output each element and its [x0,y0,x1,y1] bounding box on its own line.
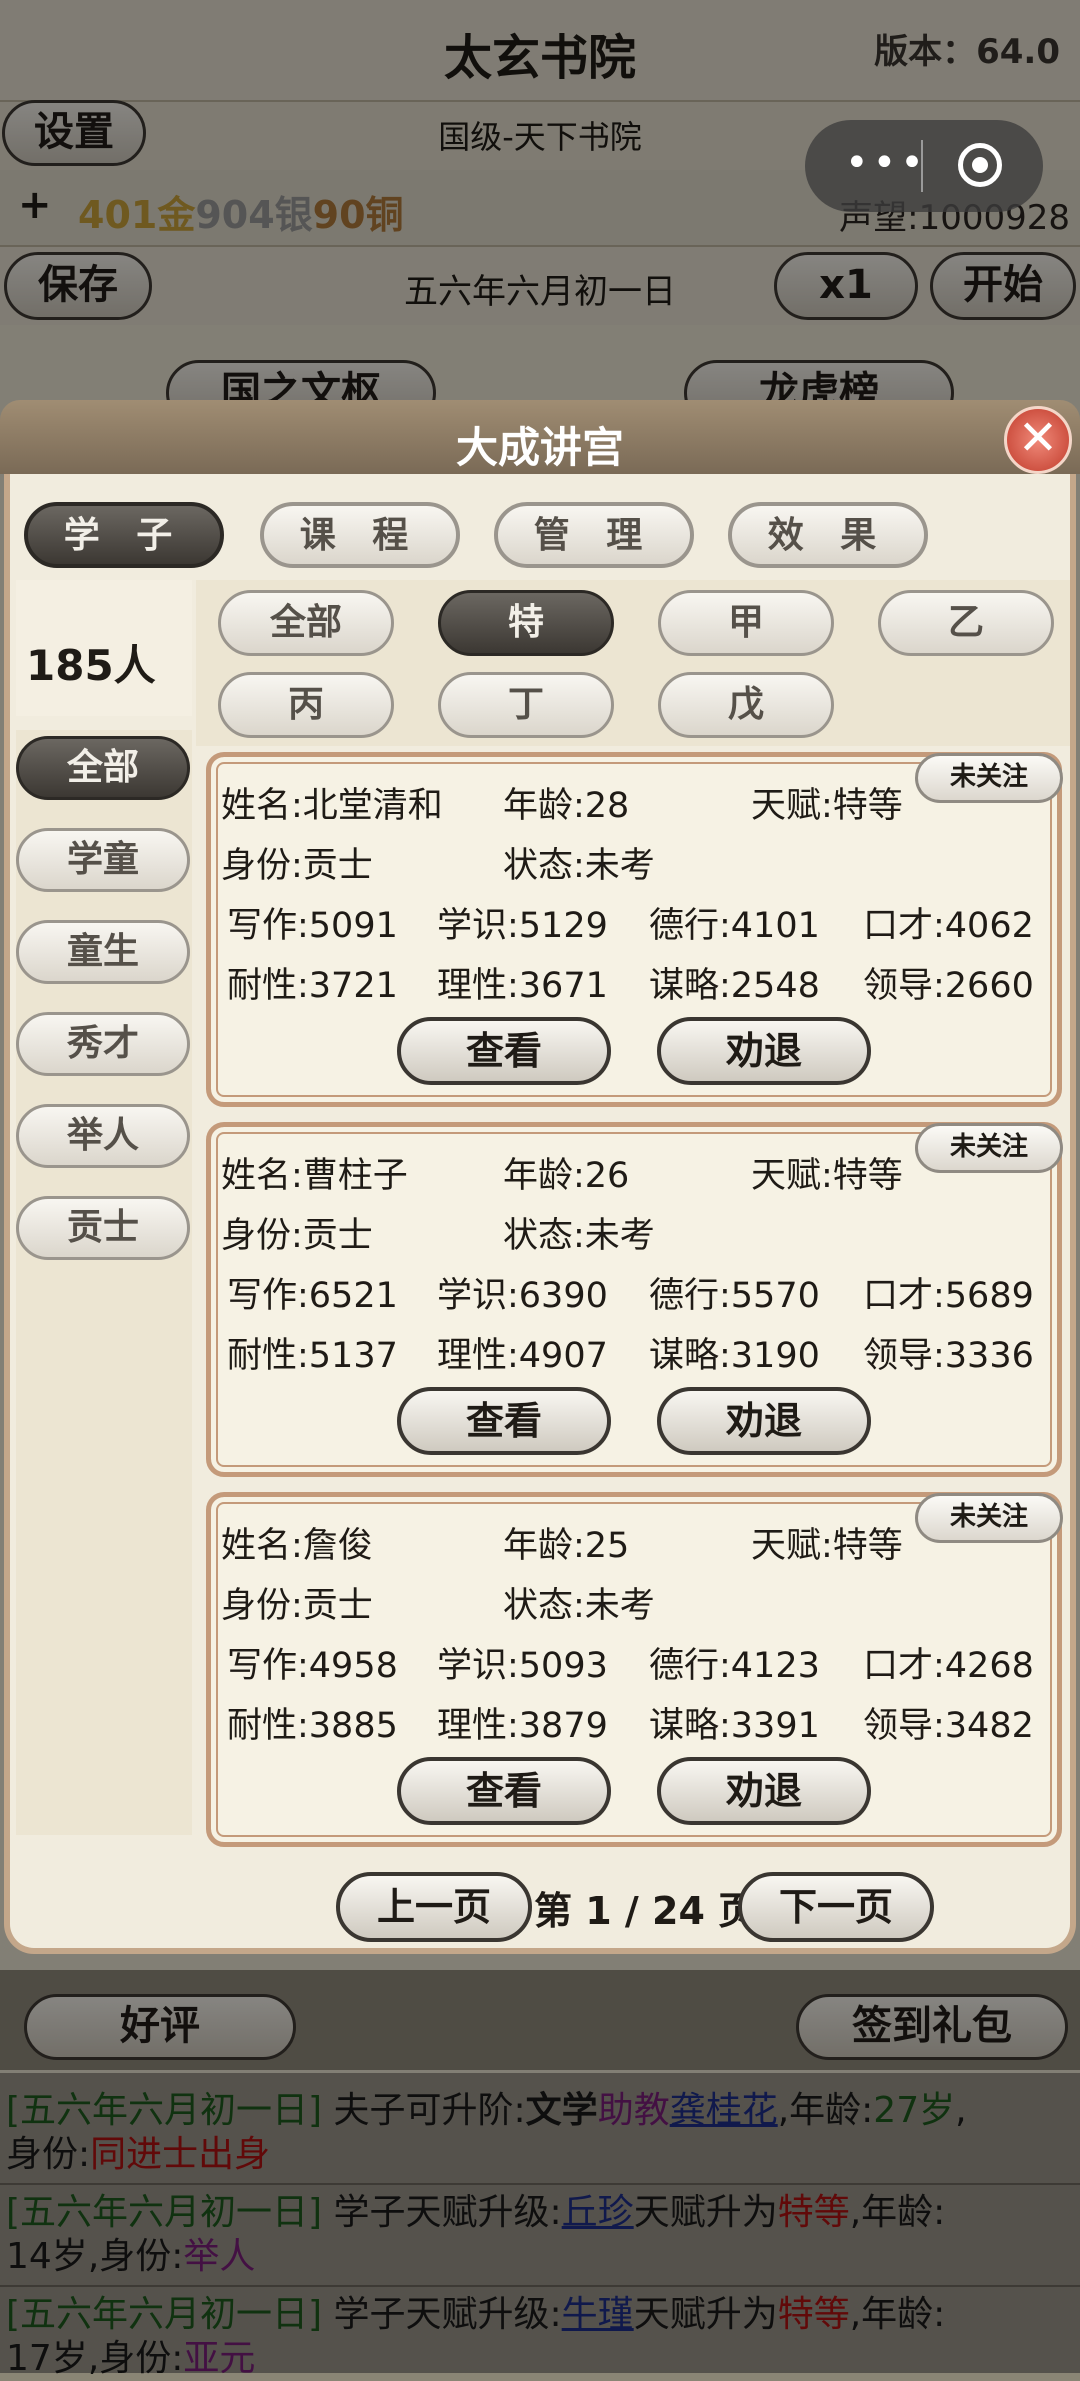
stat-patience: 耐性:3885 [227,1706,398,1746]
grade-filter-bing[interactable]: 丙 [218,672,394,738]
student-age: 年龄:25 [503,1526,630,1566]
close-icon[interactable]: ✕ [1004,406,1072,474]
silver-amount: 904银 [195,193,313,237]
tab-effects[interactable]: 效 果 [728,502,928,568]
stat-writing: 写作:5091 [227,906,398,946]
student-state: 状态:未考 [503,846,655,886]
view-button[interactable]: 查看 [397,1387,611,1455]
follow-toggle[interactable]: 未关注 [915,753,1063,803]
modal-title: 大成讲宫 [455,423,624,472]
grade-filter-ding[interactable]: 丁 [438,672,614,738]
next-page-button[interactable]: 下一页 [738,1872,934,1942]
game-date: 五六年六月初一日 [404,272,676,312]
status-filter-xuetong[interactable]: 学童 [16,828,190,892]
tab-management[interactable]: 管 理 [494,502,694,568]
student-talent: 天赋:特等 [751,1526,903,1566]
event-log: [五六年六月初一日] 夫子可升阶:文学助教龚桂花,年龄:27岁, 身份:同进士出身… [0,2073,1080,2379]
status-filter-gongshi[interactable]: 贡士 [16,1196,190,1260]
status-filter-all[interactable]: 全部 [16,736,190,800]
student-name: 姓名:詹俊 [221,1526,373,1566]
stat-leadership: 领导:3482 [863,1706,1034,1746]
stat-knowledge: 学识:5093 [437,1646,608,1686]
prev-page-button[interactable]: 上一页 [336,1872,532,1942]
lecture-hall-modal: 大成讲宫 ✕ 学 子 课 程 管 理 效 果 185人 全部 特 甲 乙 丙 丁… [0,400,1080,1970]
tab-courses[interactable]: 课 程 [260,502,460,568]
dismiss-button[interactable]: 劝退 [657,1017,871,1085]
status-filter-tongsheng[interactable]: 童生 [16,920,190,984]
stat-reason: 理性:3879 [437,1706,608,1746]
student-name: 姓名:北堂清和 [221,786,443,826]
stat-virtue: 德行:4101 [649,906,820,946]
stat-virtue: 德行:5570 [649,1276,820,1316]
status-filter-xiucai[interactable]: 秀才 [16,1012,190,1076]
student-card: 未关注 姓名:曹柱子 年龄:26 天赋:特等 身份:贡士 状态:未考 写作:65… [206,1122,1063,1477]
student-talent: 天赋:特等 [751,1156,903,1196]
stat-eloquence: 口才:4062 [863,906,1034,946]
stat-writing: 写作:6521 [227,1276,398,1316]
currency-display: 401金904银90铜 [78,184,404,239]
view-button[interactable]: 查看 [397,1757,611,1825]
grade-filter-yi[interactable]: 乙 [878,590,1054,656]
capsule-divider [921,140,923,192]
stat-patience: 耐性:5137 [227,1336,398,1376]
student-name: 姓名:曹柱子 [221,1156,408,1196]
stat-virtue: 德行:4123 [649,1646,820,1686]
stat-leadership: 领导:3336 [863,1336,1034,1376]
student-talent: 天赋:特等 [751,786,903,826]
student-identity: 身份:贡士 [221,1586,373,1626]
log-person-link[interactable]: 龚桂花 [670,2090,778,2131]
dismiss-button[interactable]: 劝退 [657,1387,871,1455]
log-person-link[interactable]: 牛瑾 [562,2294,634,2335]
grade-filter-wu[interactable]: 戊 [658,672,834,738]
grade-filter-all[interactable]: 全部 [218,590,394,656]
stat-knowledge: 学识:6390 [437,1276,608,1316]
follow-toggle[interactable]: 未关注 [915,1493,1063,1543]
more-icon[interactable]: ••• [845,140,928,186]
stat-eloquence: 口才:4268 [863,1646,1034,1686]
version-label: 版本：64.0 [874,32,1060,72]
stat-strategy: 谋略:3391 [649,1706,820,1746]
stat-leadership: 领导:2660 [863,966,1034,1006]
log-divider [0,2285,1080,2287]
copper-amount: 90铜 [312,193,404,237]
stat-patience: 耐性:3721 [227,966,398,1006]
student-card: 未关注 姓名:詹俊 年龄:25 天赋:特等 身份:贡士 状态:未考 写作:495… [206,1492,1063,1847]
dismiss-button[interactable]: 劝退 [657,1757,871,1825]
student-age: 年龄:28 [503,786,630,826]
signin-gift-button[interactable]: 签到礼包 [796,1994,1068,2060]
student-count: 185人 [26,641,156,690]
follow-toggle[interactable]: 未关注 [915,1123,1063,1173]
start-button[interactable]: 开始 [930,252,1076,320]
add-currency-button[interactable]: + [18,182,52,228]
status-filter-juren[interactable]: 举人 [16,1104,190,1168]
stat-strategy: 谋略:3190 [649,1336,820,1376]
log-person-link[interactable]: 丘珍 [562,2192,634,2233]
grade-filter-jia[interactable]: 甲 [658,590,834,656]
stat-eloquence: 口才:5689 [863,1276,1034,1316]
stat-knowledge: 学识:5129 [437,906,608,946]
student-identity: 身份:贡士 [221,1216,373,1256]
view-button[interactable]: 查看 [397,1017,611,1085]
page-indicator: 第 1 / 24 页 [534,1889,757,1933]
student-state: 状态:未考 [503,1586,655,1626]
stat-strategy: 谋略:2548 [649,966,820,1006]
status-filter-sidebar [16,730,192,1835]
log-entry: [五六年六月初一日] 夫子可升阶:文学助教龚桂花,年龄:27岁, 身份:同进士出身 [6,2090,967,2175]
good-review-button[interactable]: 好评 [24,1994,296,2060]
log-divider [0,2183,1080,2185]
student-age: 年龄:26 [503,1156,630,1196]
stat-writing: 写作:4958 [227,1646,398,1686]
gold-amount: 401金 [78,193,196,237]
close-program-icon[interactable] [958,143,1002,187]
student-state: 状态:未考 [503,1216,655,1256]
speed-button[interactable]: x1 [774,252,918,320]
tab-students[interactable]: 学 子 [24,502,224,568]
stat-reason: 理性:3671 [437,966,608,1006]
student-identity: 身份:贡士 [221,846,373,886]
grade-filter-special[interactable]: 特 [438,590,614,656]
student-card: 未关注 姓名:北堂清和 年龄:28 天赋:特等 身份:贡士 状态:未考 写作:5… [206,752,1063,1107]
log-entry: [五六年六月初一日] 学子天赋升级:丘珍天赋升为特等,年龄: 14岁,身份:举人 [6,2192,946,2277]
stat-reason: 理性:4907 [437,1336,608,1376]
log-entry: [五六年六月初一日] 学子天赋升级:牛瑾天赋升为特等,年龄: 17岁,身份:亚元 [6,2294,946,2379]
